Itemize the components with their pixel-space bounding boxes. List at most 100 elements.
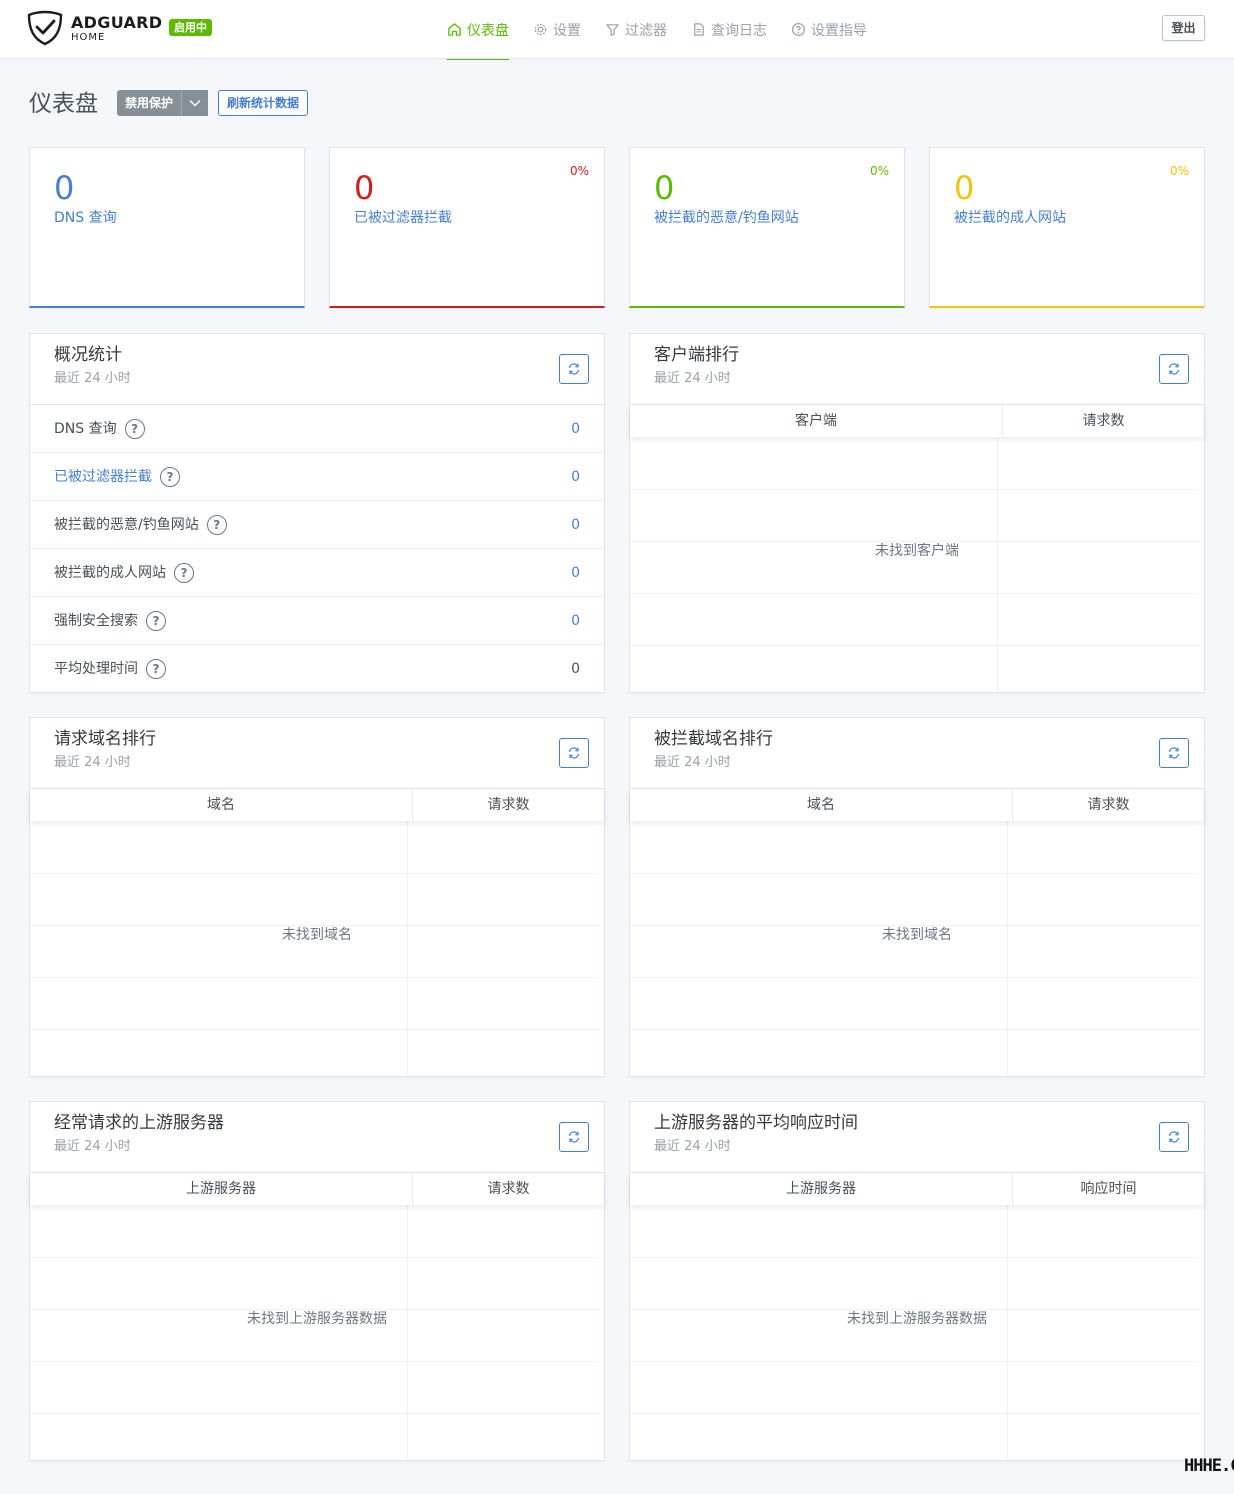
nav-settings[interactable]: 设置 bbox=[533, 0, 581, 59]
top-clients-card: 客户端排行 最近 24 小时 客户端 请求数 未找到客户端 bbox=[629, 333, 1205, 693]
stats-row-label-text: 强制安全搜索 bbox=[54, 613, 138, 629]
help-icon[interactable]: ? bbox=[206, 515, 227, 535]
help-icon[interactable]: ? bbox=[146, 659, 166, 679]
nav-query-log-label: 查询日志 bbox=[711, 22, 767, 39]
refresh-icon bbox=[1168, 363, 1180, 375]
refresh-button[interactable] bbox=[559, 354, 589, 384]
stats-row-safe-search: 强制安全搜索? 0 bbox=[30, 597, 604, 645]
column-header-client[interactable]: 客户端 bbox=[630, 405, 1003, 437]
table-body bbox=[630, 437, 1204, 692]
refresh-button[interactable] bbox=[559, 738, 589, 768]
table-header: 域名 请求数 bbox=[630, 789, 1204, 821]
table-header: 上游服务器 响应时间 bbox=[630, 1173, 1204, 1205]
stat-label[interactable]: 已被过滤器拦截 bbox=[354, 209, 452, 227]
nav-setup-guide[interactable]: 设置指导 bbox=[791, 0, 867, 59]
refresh-button[interactable] bbox=[559, 1122, 589, 1152]
disable-protection-button-group[interactable]: 禁用保护 bbox=[117, 90, 210, 116]
column-header-domain[interactable]: 域名 bbox=[30, 789, 413, 821]
nav-filters[interactable]: 过滤器 bbox=[605, 0, 667, 59]
refresh-statistics-button[interactable]: 刷新统计数据 bbox=[218, 90, 309, 116]
card-subtitle: 最近 24 小时 bbox=[54, 371, 131, 386]
empty-state-text: 未找到上游服务器数据 bbox=[837, 1311, 997, 1327]
column-header-requests[interactable]: 请求数 bbox=[1013, 789, 1204, 821]
brand-subtitle: HOME bbox=[71, 32, 106, 43]
help-icon[interactable]: ? bbox=[174, 563, 194, 583]
card-title: 经常请求的上游服务器 bbox=[54, 1113, 224, 1133]
refresh-icon bbox=[1168, 1131, 1180, 1143]
logout-button[interactable]: 登出 bbox=[1162, 15, 1205, 41]
nav-query-log[interactable]: 查询日志 bbox=[691, 0, 767, 59]
help-circle-icon bbox=[791, 22, 806, 37]
stats-row-value: 0 bbox=[571, 517, 580, 533]
stats-row-label-text: 被拦截的恶意/钓鱼网站 bbox=[54, 517, 199, 533]
column-header-upstream[interactable]: 上游服务器 bbox=[30, 1173, 413, 1205]
column-header-requests[interactable]: 请求数 bbox=[413, 789, 604, 821]
disable-protection-button[interactable]: 禁用保护 bbox=[117, 90, 182, 116]
adguard-shield-logo[interactable] bbox=[27, 10, 63, 46]
stat-card-blocked-filters: 0% 0 已被过滤器拦截 bbox=[329, 147, 605, 308]
nav-dashboard[interactable]: 仪表盘 bbox=[447, 0, 509, 60]
stats-row-label-text[interactable]: 已被过滤器拦截 bbox=[54, 467, 152, 487]
stat-value: 0 bbox=[654, 169, 675, 207]
disable-protection-dropdown[interactable] bbox=[181, 90, 209, 116]
empty-state-message: 未找到域名 bbox=[30, 924, 604, 944]
nav-dashboard-label: 仪表盘 bbox=[467, 22, 509, 39]
column-header-requests[interactable]: 请求数 bbox=[1003, 405, 1204, 437]
refresh-icon bbox=[568, 747, 580, 759]
stats-row-value: 0 bbox=[571, 421, 580, 437]
stats-row-value: 0 bbox=[571, 613, 580, 629]
help-icon[interactable]: ? bbox=[160, 467, 180, 487]
help-icon[interactable]: ? bbox=[146, 611, 166, 631]
overview-stats-card: 概况统计 最近 24 小时 DNS 查询? 0 已被过滤器拦截? 0 被拦截的恶… bbox=[29, 333, 605, 693]
refresh-button[interactable] bbox=[1159, 738, 1189, 768]
refresh-button[interactable] bbox=[1159, 354, 1189, 384]
card-title: 请求域名排行 bbox=[54, 729, 156, 749]
column-header-domain[interactable]: 域名 bbox=[630, 789, 1013, 821]
upstream-avg-response-time-card: 上游服务器的平均响应时间 最近 24 小时 上游服务器 响应时间 未找到上游服务… bbox=[629, 1101, 1205, 1461]
nav-setup-guide-label: 设置指导 bbox=[811, 22, 867, 39]
help-icon[interactable]: ? bbox=[124, 419, 145, 439]
stat-percent: 0% bbox=[869, 164, 889, 178]
stats-row-dns-queries: DNS 查询? 0 bbox=[30, 405, 604, 453]
card-subtitle: 最近 24 小时 bbox=[654, 371, 731, 386]
stat-percent: 0% bbox=[569, 164, 589, 178]
table-body bbox=[30, 1205, 604, 1460]
refresh-button[interactable] bbox=[1159, 1122, 1189, 1152]
stats-row-blocked-adult: 被拦截的成人网站? 0 bbox=[30, 549, 604, 597]
card-subtitle: 最近 24 小时 bbox=[54, 1139, 131, 1154]
empty-state-message: 未找到客户端 bbox=[630, 540, 1204, 560]
stat-percent: 0% bbox=[1169, 164, 1189, 178]
column-header-upstream[interactable]: 上游服务器 bbox=[630, 1173, 1013, 1205]
column-header-response-time[interactable]: 响应时间 bbox=[1013, 1173, 1204, 1205]
stat-card-blocked-malware: 0% 0 被拦截的恶意/钓鱼网站 bbox=[629, 147, 905, 308]
top-upstreams-card: 经常请求的上游服务器 最近 24 小时 上游服务器 请求数 未找到上游服务器数据 bbox=[29, 1101, 605, 1461]
page-title: 仪表盘 bbox=[29, 91, 98, 117]
stats-row-label-text: 被拦截的成人网站 bbox=[54, 565, 166, 581]
card-subtitle: 最近 24 小时 bbox=[54, 755, 131, 770]
home-icon bbox=[448, 23, 461, 36]
stats-row-label[interactable]: 已被过滤器拦截? bbox=[54, 467, 180, 487]
card-title: 概况统计 bbox=[54, 345, 122, 365]
filter-icon bbox=[606, 24, 619, 36]
stats-row-label-text: DNS 查询 bbox=[54, 421, 117, 437]
top-blocked-domains-card: 被拦截域名排行 最近 24 小时 域名 请求数 未找到域名 bbox=[629, 717, 1205, 1077]
empty-state-message: 未找到上游服务器数据 bbox=[630, 1308, 1204, 1328]
table-body bbox=[630, 821, 1204, 1076]
refresh-icon bbox=[568, 363, 580, 375]
stat-label[interactable]: 被拦截的恶意/钓鱼网站 bbox=[654, 209, 799, 227]
stat-label[interactable]: 被拦截的成人网站 bbox=[954, 209, 1066, 227]
table-header: 客户端 请求数 bbox=[630, 405, 1204, 437]
gear-icon bbox=[534, 23, 547, 36]
empty-state-message: 未找到域名 bbox=[630, 924, 1204, 944]
column-header-requests[interactable]: 请求数 bbox=[413, 1173, 604, 1205]
top-header: ADGUARD HOME 启用中 仪表盘 设置 过滤器 查询日志 设置指导 登出 bbox=[0, 0, 1234, 60]
table-body bbox=[630, 1205, 1204, 1460]
empty-state-message: 未找到上游服务器数据 bbox=[30, 1308, 604, 1328]
table-header: 上游服务器 请求数 bbox=[30, 1173, 604, 1205]
stat-card-blocked-adult: 0% 0 被拦截的成人网站 bbox=[929, 147, 1205, 308]
stat-label[interactable]: DNS 查询 bbox=[54, 209, 117, 227]
brand-name: ADGUARD bbox=[71, 13, 163, 32]
nav-filters-label: 过滤器 bbox=[625, 22, 667, 39]
stats-row-label: 被拦截的恶意/钓鱼网站? bbox=[54, 515, 227, 535]
stats-row-label: 被拦截的成人网站? bbox=[54, 563, 194, 583]
